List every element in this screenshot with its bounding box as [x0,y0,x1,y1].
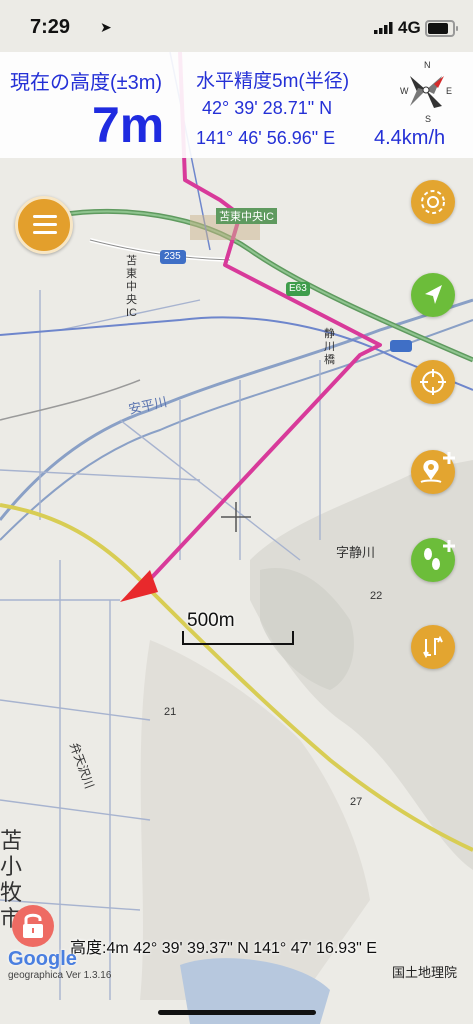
menu-button[interactable] [15,196,73,254]
svg-text:N: N [424,60,431,70]
map-attribution: 国土地理院 [392,965,458,980]
map-label-elev-21: 21 [164,706,177,718]
svg-text:W: W [400,86,409,96]
google-logo: Google [8,948,77,970]
scale-label: 500m [187,610,235,631]
svg-text:E: E [446,86,452,96]
crosshair-icon [420,369,446,395]
route-icon [423,635,443,659]
cellular-signal-icon [374,22,393,34]
speed-value: 4.4km/h [374,127,446,149]
lock-button[interactable] [12,905,54,947]
scale-bar [182,631,294,645]
app-version: geographica Ver 1.3.16 [8,970,112,981]
lock-icon [23,913,43,938]
altitude-value: 7m [92,97,165,153]
map-label-district: 字静川 [336,545,376,560]
accuracy-label: 水平精度5m(半径) [196,71,350,92]
route-button[interactable] [411,625,455,669]
target-button[interactable] [411,360,455,404]
altitude-label: 現在の高度(±3m) [10,72,163,94]
svg-text:S: S [425,114,431,124]
map-label-ic: 苫東中央IC [216,208,277,224]
add-point-button[interactable] [411,450,455,494]
map-pin-plus-icon [420,452,455,483]
map-label-elev-27: 27 [350,796,363,808]
compass-icon[interactable]: N E S W [398,54,456,126]
network-type: 4G [398,18,421,37]
map-canvas[interactable] [0,52,473,1024]
footprints-plus-icon [424,540,455,570]
latitude-value: 42° 39' 28.71" N [202,98,333,118]
map-label-expressway: E63 [289,283,307,294]
map-label-vertical-ic: 苫東中央IC [126,255,137,319]
map-label-bridge: 静川橋 [324,328,335,366]
radar-icon [421,190,445,214]
home-indicator[interactable] [158,1010,316,1015]
map-label-elev-22: 22 [370,590,383,602]
cursor-position-info: 高度:4m 42° 39' 39.37" N 141° 47' 16.93" E [70,940,377,957]
location-services-icon: ➤ [100,19,112,35]
status-time: 7:29 [30,16,71,38]
battery-icon [425,20,458,37]
navigation-arrow-icon [425,285,442,304]
add-track-button[interactable] [411,538,455,582]
map-label-route: 235 [164,251,181,262]
longitude-value: 141° 46' 56.96" E [196,128,336,148]
compass-mode-button[interactable] [411,180,455,224]
navigate-button[interactable] [411,273,455,317]
